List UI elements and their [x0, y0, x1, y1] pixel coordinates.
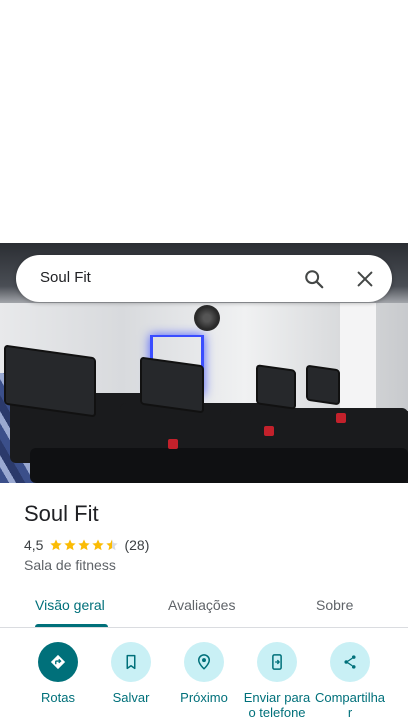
review-count[interactable]: (28): [124, 537, 149, 553]
share-icon: [330, 642, 370, 682]
search-icon[interactable]: [303, 268, 325, 290]
search-input[interactable]: Soul Fit: [40, 269, 91, 286]
send-to-phone-button[interactable]: Enviar para o telefone: [237, 642, 317, 720]
share-button[interactable]: Compartilhar: [310, 642, 390, 720]
send-to-phone-icon: [257, 642, 297, 682]
directions-label: Rotas: [41, 690, 75, 705]
photo-red-button: [168, 439, 178, 449]
tab-about[interactable]: Sobre: [316, 597, 353, 613]
star-icon: [92, 539, 105, 551]
bookmark-icon: [111, 642, 151, 682]
map-area-blank: [0, 0, 408, 243]
directions-button[interactable]: Rotas: [18, 642, 98, 705]
half-star-icon: [106, 539, 119, 551]
photo-red-button: [264, 426, 274, 436]
photo-console: [306, 364, 340, 406]
star-icon: [78, 539, 91, 551]
send-to-phone-label: Enviar para o telefone: [243, 690, 311, 720]
active-tab-indicator: [35, 624, 108, 627]
directions-icon: [38, 642, 78, 682]
rating-value: 4,5: [24, 537, 44, 553]
tab-reviews[interactable]: Avaliações: [168, 597, 235, 613]
tab-overview[interactable]: Visão geral: [35, 597, 105, 613]
tab-bar: Visão geral Avaliações Sobre: [0, 590, 408, 628]
close-icon[interactable]: [354, 268, 376, 290]
place-title: Soul Fit: [24, 501, 99, 526]
star-rating: [49, 538, 119, 552]
photo-fan: [194, 305, 220, 331]
rating-row[interactable]: 4,5 (28): [24, 536, 149, 554]
share-label: Compartilhar: [314, 690, 386, 720]
save-button[interactable]: Salvar: [91, 642, 171, 705]
star-icon: [50, 539, 63, 551]
place-category: Sala de fitness: [24, 557, 116, 573]
photo-console: [4, 344, 96, 418]
nearby-icon: [184, 642, 224, 682]
nearby-button[interactable]: Próximo: [164, 642, 244, 705]
search-bar[interactable]: Soul Fit: [16, 255, 392, 302]
nearby-label: Próximo: [180, 690, 228, 705]
save-label: Salvar: [112, 690, 150, 705]
photo-console: [140, 356, 204, 414]
star-icon: [64, 539, 77, 551]
photo-treadmill-front: [30, 448, 408, 483]
photo-red-button: [336, 413, 346, 423]
photo-pillar: [340, 303, 376, 423]
photo-console: [256, 364, 296, 410]
